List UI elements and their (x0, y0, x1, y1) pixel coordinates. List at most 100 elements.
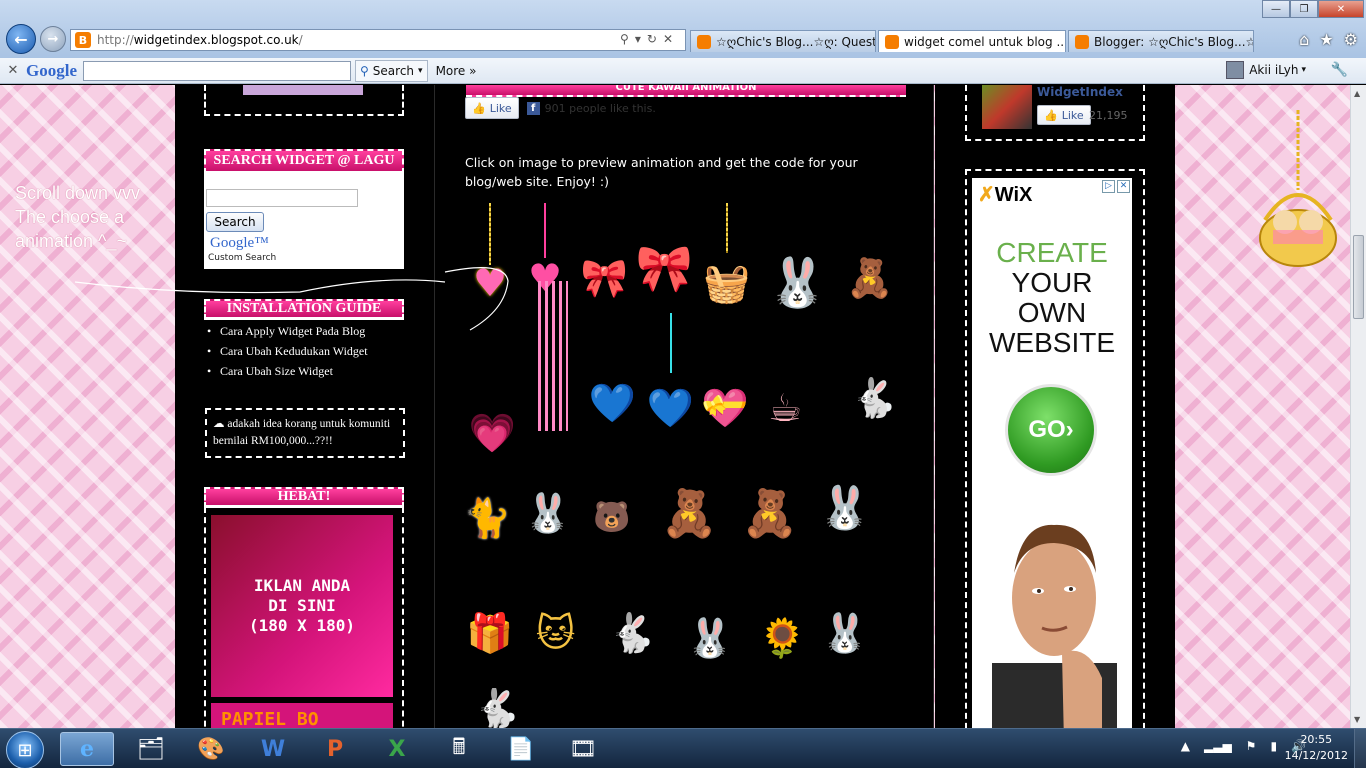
widget-search-button[interactable]: Search (206, 212, 264, 232)
install-link-position[interactable]: Cara Ubah Kedudukan Widget (207, 341, 368, 361)
beaded-mobile-animation[interactable] (527, 281, 579, 431)
taskbar-media[interactable]: 🎞 (556, 732, 610, 766)
scroll-note-text: Scroll down vvv The choose a animation ^… (15, 183, 141, 251)
bye-bye-bears-animation[interactable]: 🐻 (577, 473, 647, 538)
tab-blogger-chics-blog[interactable]: Blogger: ☆ღChic's Blog...☆.. (1068, 30, 1254, 52)
like-count: 901 people like this. (544, 101, 656, 115)
bunny-balloon-animation[interactable]: 🐰 (815, 573, 875, 653)
favorites-star-icon[interactable]: ★ (1319, 30, 1333, 49)
ad-info-icon[interactable]: ▷ (1102, 180, 1115, 193)
paint-palette-icon: 🎨 (197, 736, 225, 762)
network-signal-icon[interactable]: ▂▃▅ (1204, 739, 1232, 753)
page-scrollbar[interactable]: ▲ ▼ (1350, 85, 1366, 728)
black-cat-animation[interactable]: 🐈 (464, 468, 511, 538)
home-icon[interactable]: ⌂ (1299, 30, 1309, 49)
white-bear-animation[interactable]: 🧸 (657, 438, 722, 536)
tab-label: Blogger: ☆ღChic's Blog...☆.. (1094, 34, 1254, 49)
bunny-gift-animation[interactable]: 🎁 (465, 578, 515, 653)
maximize-button[interactable]: ❐ (1290, 0, 1318, 18)
address-search-icon[interactable]: ⚲ (620, 32, 635, 46)
browser-title-bar: ← → B http://widgetindex.blogspot.co.uk /… (0, 0, 1366, 58)
crying-bunny-animation[interactable]: 🐰 (815, 448, 875, 529)
white-bunny-animation[interactable]: 🐰 (765, 203, 830, 307)
sheep-heart-animation[interactable]: 💗 (465, 363, 520, 453)
user-account[interactable]: Akii iLyh ▾ (1226, 61, 1306, 79)
more-button[interactable]: More » (436, 64, 477, 78)
toolbar-close-icon[interactable]: ✕ (0, 63, 26, 78)
fb-page-name[interactable]: WidgetIndex (1037, 85, 1123, 99)
ribbon-hearts-animation[interactable]: 🎀 (636, 203, 693, 291)
ad-close-icon[interactable]: ✕ (1117, 180, 1130, 193)
browser-right-icons: ⌂ ★ ⚙ (1299, 30, 1358, 49)
start-button[interactable]: ⊞ (6, 731, 44, 768)
cat-speech-animation[interactable]: 🐱 (523, 593, 588, 653)
taskbar-publisher[interactable]: 📄 (494, 732, 548, 766)
wix-ad[interactable]: ✗WiX ▷ ✕ CREATE YOUR OWN WEBSITE GO› (972, 178, 1132, 728)
yellow-bear-animation[interactable]: 🧸 (735, 453, 805, 536)
taskbar-paint[interactable]: 🎨 (184, 732, 238, 766)
clock[interactable]: 20:55 14/12/2012 (1285, 732, 1348, 764)
blue-heart-pendant-animation[interactable]: 💙 (585, 323, 640, 423)
wix-go-button[interactable]: GO› (1005, 384, 1097, 476)
scroll-up-icon[interactable]: ▲ (1354, 89, 1360, 98)
back-button[interactable]: ← (6, 24, 36, 54)
girl-teacup-animation[interactable]: ☕ (755, 343, 815, 428)
taskbar-word[interactable]: W (246, 732, 300, 766)
dropdown-icon[interactable]: ▾ (635, 32, 647, 46)
fb-page-thumbnail[interactable] (982, 85, 1032, 129)
taskbar-excel[interactable]: X (370, 732, 424, 766)
wix-ad-widget: ✗WiX ▷ ✕ CREATE YOUR OWN WEBSITE GO› (965, 169, 1145, 728)
pink-bear-animation[interactable]: 🧸 (840, 213, 900, 298)
show-hidden-icons-icon[interactable]: ▲ (1181, 739, 1190, 753)
tab-chics-blog-question[interactable]: ☆ღChic's Blog...☆ღ: Questi... (690, 30, 876, 52)
address-bar[interactable]: B http://widgetindex.blogspot.co.uk / ⚲▾↻… (70, 29, 686, 51)
wix-line-website: WEBSITE (988, 327, 1115, 358)
forward-button[interactable]: → (40, 26, 66, 52)
widget-image (243, 85, 363, 95)
widget-search-input[interactable] (206, 189, 358, 207)
like-button[interactable]: 👍 Like (465, 97, 519, 119)
fb-like-button[interactable]: 👍 Like (1037, 105, 1091, 125)
minimize-button[interactable]: — (1262, 0, 1290, 18)
stop-icon[interactable]: ✕ (663, 32, 679, 46)
thumbs-up-icon: 👍 (1044, 108, 1058, 122)
ad-banner-2[interactable]: PAPIEL BO (211, 703, 393, 728)
wrench-icon[interactable]: 🔧 (1331, 62, 1348, 78)
install-link-apply[interactable]: Cara Apply Widget Pada Blog (207, 321, 368, 341)
show-desktop-button[interactable] (1354, 729, 1366, 768)
refresh-icon[interactable]: ↻ (647, 32, 663, 46)
settings-gear-icon[interactable]: ⚙ (1344, 30, 1358, 49)
gold-heart-pendant-animation[interactable]: ♥ (465, 203, 515, 303)
battery-icon[interactable]: ▮ (1270, 739, 1277, 753)
ad-placeholder[interactable]: IKLAN ANDA DI SINI (180 X 180) (211, 515, 393, 697)
scroll-down-icon[interactable]: ▼ (1354, 715, 1360, 724)
taskbar-calculator[interactable]: 🖩 (432, 732, 486, 766)
google-search-input[interactable] (83, 60, 351, 81)
pink-ribbon-animation[interactable]: 🎀 (577, 233, 632, 298)
taskbar-explorer[interactable]: 🗂 (124, 732, 178, 766)
bear-basket-animation[interactable]: 🧺 (697, 203, 757, 303)
tab-widget-comel[interactable]: widget comel untuk blog ... × (878, 30, 1066, 52)
bunny-partial-animation[interactable]: 🐇 (470, 688, 525, 728)
google-search-button[interactable]: ⚲ Search ▾ (355, 59, 428, 82)
bunny-face-animation[interactable]: 🐇 (847, 353, 902, 418)
calculator-icon: 🖩 (452, 735, 466, 760)
user-name: Akii iLyh (1249, 63, 1299, 77)
cyan-heart-pendant-animation[interactable]: 💙 (643, 313, 698, 428)
flag-icon[interactable]: ⚑ (1246, 739, 1257, 753)
fb-like-label: Like (1061, 108, 1084, 122)
sunflower-hamster-animation[interactable]: 🌻 (755, 528, 810, 658)
taskbar-powerpoint[interactable]: P (308, 732, 362, 766)
idea-box[interactable]: ☁ adakah idea korang untuk komuniti bern… (205, 408, 405, 458)
heart-bottle-animation[interactable]: 💝 (700, 328, 750, 428)
chevron-down-icon: ▾ (418, 65, 423, 76)
close-window-button[interactable]: ✕ (1318, 0, 1364, 18)
wix-line-create: CREATE (996, 237, 1108, 268)
scroll-thumb[interactable] (1353, 235, 1364, 319)
taskbar-ie[interactable]: e (60, 732, 114, 766)
installation-guide-list: Cara Apply Widget Pada Blog Cara Ubah Ke… (207, 321, 368, 381)
bunny-hood-animation[interactable]: 🐰 (680, 593, 740, 658)
bunny-wave-animation[interactable]: 🐇 (605, 583, 660, 653)
blue-bunny-animation[interactable]: 🐰 (523, 451, 573, 533)
install-link-size[interactable]: Cara Ubah Size Widget (207, 361, 368, 381)
